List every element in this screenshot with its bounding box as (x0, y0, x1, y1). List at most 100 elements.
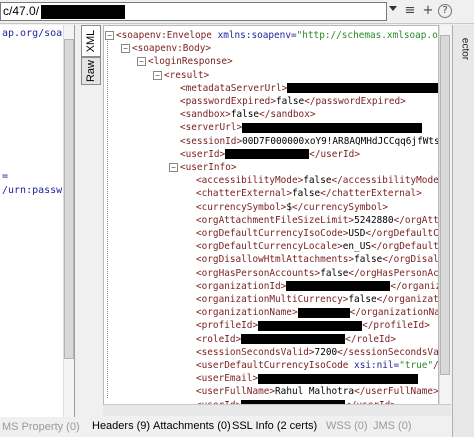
response-scroll-thumb[interactable] (440, 35, 450, 375)
response-xml-editor[interactable]: − <soapenv:Envelope xmlns:soapenv="http:/… (103, 25, 439, 408)
filter-icon[interactable]: ≡ (402, 3, 418, 19)
help-icon[interactable]: ? (438, 4, 452, 18)
redacted-value (287, 83, 438, 94)
collapse-icon[interactable]: − (137, 57, 146, 67)
xml-close-tag: </orgDefaultCurrencyIsoCode> (365, 228, 439, 239)
xml-attribute-value: "true" (399, 360, 434, 371)
inspector-side-panel: ector (452, 25, 474, 437)
xml-line: <roleId> </roleId> (196, 333, 396, 346)
xml-text-value: false (348, 294, 377, 305)
inspector-tab[interactable]: ector (459, 29, 471, 69)
xml-close-tag: </orgDefaultCurrencyLocale> (371, 241, 439, 253)
xml-line: <soapenv:Envelope xmlns:soapenv="http://… (116, 29, 438, 42)
xml-open-tag: <orgDefaultCurrencyLocale (196, 241, 338, 253)
collapse-icon[interactable]: − (121, 44, 130, 54)
xml-text-value: false (320, 267, 349, 279)
xml-text-value: en_US (342, 241, 371, 253)
xml-line: <accessibilityMode>false</accessibilityM… (196, 174, 439, 187)
xml-open-tag: <serverUrl (180, 122, 237, 134)
xml-close-tag: </organizationMultiCurrency> (376, 294, 439, 305)
endpoint-toolbar: c/47.0/ ≡ + ? (0, 0, 474, 24)
collapse-icon[interactable]: − (105, 31, 114, 40)
xml-line: <orgDefaultCurrencyIsoCode>USD</orgDefau… (196, 227, 439, 240)
xml-close-tag: </sessionSecondsValid> (337, 346, 439, 358)
tab-headers[interactable]: Headers (9) (92, 418, 150, 434)
xml-close-tag: </organizationName> (349, 307, 439, 319)
xml-open-tag: <userId (180, 148, 220, 160)
xml-text-value: Rahul Malhotra (275, 386, 355, 398)
xml-open-tag: <userInfo (180, 162, 231, 173)
xml-close-tag: </userFullName> (354, 386, 439, 398)
xml-line: <organizationName></organizationName> (196, 306, 439, 319)
xml-text-value: USD (348, 228, 366, 239)
xml-open-tag: <orgDisallowHtmlAttachments (196, 254, 349, 266)
request-xml-line: ap.org/soa (2, 28, 63, 39)
soapui-response-window: c/47.0/ ≡ + ? ap.org/soa = /urn:passw MS… (0, 0, 474, 437)
xml-line: <currencySymbol>$</currencySymbol> (196, 201, 388, 214)
tab-xml[interactable]: XML (81, 25, 101, 57)
xml-close-tag: </accessibilityMode> (331, 175, 439, 187)
xml-open-tag: <orgHasPersonAccounts (196, 267, 315, 279)
xml-line: <soapenv:Body> (132, 42, 211, 55)
chevron-down-icon[interactable] (389, 6, 397, 11)
request-scroll-thumb[interactable] (64, 39, 74, 359)
collapse-icon[interactable]: − (169, 163, 178, 172)
redacted-value (258, 320, 363, 331)
xml-attribute: xmlns:soapenv= (211, 30, 297, 41)
xml-line: <serverUrl> (180, 121, 423, 134)
xml-close-tag: </currencySymbol> (291, 201, 388, 213)
request-editor-panel: ap.org/soa = /urn:passw (0, 25, 75, 417)
xml-line: <userId></userId> (180, 148, 360, 161)
redacted-value (225, 149, 310, 160)
xml-text-value: false (354, 254, 383, 266)
xml-open-tag: <sandbox (180, 109, 226, 121)
fold-guide (107, 38, 114, 398)
tab-attachments[interactable]: Attachments (0) (153, 418, 231, 434)
xml-open-tag: <orgAttachmentFileSizeLimit (196, 214, 349, 226)
xml-text-value: false (275, 96, 305, 107)
tab-raw[interactable]: Raw (81, 57, 101, 85)
xml-line: <profileId> </profileId> (196, 319, 430, 332)
collapse-icon[interactable]: − (153, 70, 162, 80)
xml-line: <userEmail> (196, 372, 419, 385)
xml-text-value: false (303, 175, 332, 187)
redacted-value (258, 373, 419, 384)
xml-open-tag: <roleId (196, 333, 236, 345)
xml-text-value: 5242880 (354, 214, 394, 226)
xml-open-tag: <profileId (196, 320, 253, 332)
xml-line: <orgAttachmentFileSizeLimit>5242880</org… (196, 214, 438, 227)
xml-line: <metadataServerUrl> (180, 82, 438, 95)
xml-close-tag: </orgHasPersonAccounts> (348, 267, 439, 279)
xml-open-tag: <userEmail (196, 373, 253, 385)
xml-open-tag: <userFullName (196, 386, 270, 398)
xml-line: <orgDefaultCurrencyLocale>en_US</orgDefa… (196, 240, 439, 253)
endpoint-url-field[interactable]: c/47.0/ (0, 2, 387, 21)
redacted-value (297, 307, 350, 318)
xml-line: <sandbox>false</sandbox> (180, 108, 316, 121)
redacted-value (286, 281, 391, 292)
add-icon[interactable]: + (420, 3, 436, 19)
xml-line: <passwordExpired>false</passwordExpired> (180, 95, 406, 108)
xml-text-value: false (291, 188, 321, 200)
xml-text-value: false (230, 109, 260, 121)
xml-line: <organizationId></organizationId> (196, 280, 438, 293)
xml-line: <chatterExternal>false</chatterExternal> (196, 187, 422, 200)
response-horizontal-scrollbar[interactable] (103, 404, 451, 416)
tab-wss[interactable]: WSS (0) (326, 418, 368, 434)
xml-close-tag: </sandbox> (259, 109, 316, 121)
request-xml-line: = (2, 171, 9, 182)
xml-open-tag: <organizationId (196, 280, 281, 292)
xml-text-value: 00D7F000000xoY9!AR8AQMHdJCCqq6jfWtsG (242, 135, 439, 147)
xml-open-tag: <metadataServerUrl (180, 82, 282, 94)
endpoint-url-text: c/47.0/ (3, 4, 40, 18)
xml-line: <userFullName>Rahul Malhotra</userFullNa… (196, 385, 439, 398)
xml-open-tag: <soapenv:Body (132, 43, 206, 55)
tab-ssl-info[interactable]: SSL Info (2 certs) (232, 418, 317, 434)
xml-line: <userDefaultCurrencyIsoCode xsi:nil="tru… (196, 359, 438, 372)
xml-open-tag: <passwordExpired (180, 96, 271, 107)
xml-open-tag: <accessibilityMode (196, 175, 298, 187)
xml-open-tag: <currencySymbol (196, 201, 281, 213)
response-bottom-tabs: Headers (9) Attachments (0) SSL Info (2 … (81, 416, 452, 437)
tab-jms-property: MS Property (0) (2, 421, 80, 433)
tab-jms[interactable]: JMS (0) (373, 418, 412, 434)
